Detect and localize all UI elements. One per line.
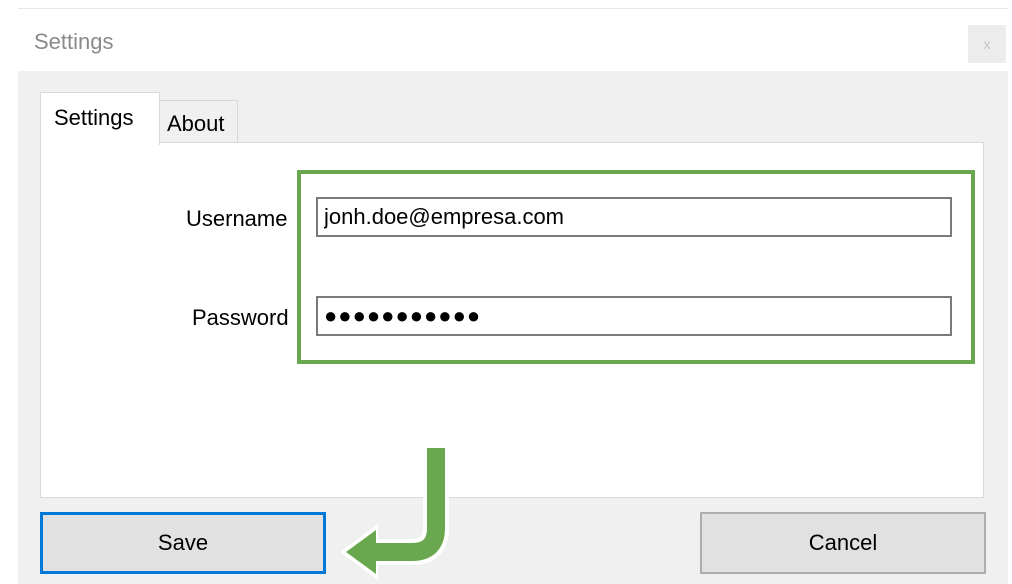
close-button[interactable]: x (968, 25, 1006, 63)
tab-settings-label: Settings (54, 105, 134, 130)
window-title: Settings (34, 29, 114, 54)
tab-about[interactable]: About (158, 100, 238, 143)
title-bar: Settings x (18, 8, 1008, 71)
settings-window: Settings x Settings About Username Passw… (18, 8, 1008, 584)
username-input[interactable] (316, 197, 952, 237)
cancel-button[interactable]: Cancel (700, 512, 986, 574)
password-input[interactable] (316, 296, 952, 336)
password-label: Password (192, 305, 289, 330)
username-label: Username (186, 206, 288, 231)
tab-about-label: About (167, 111, 225, 136)
save-button[interactable]: Save (40, 512, 326, 574)
tab-settings[interactable]: Settings (40, 92, 160, 145)
